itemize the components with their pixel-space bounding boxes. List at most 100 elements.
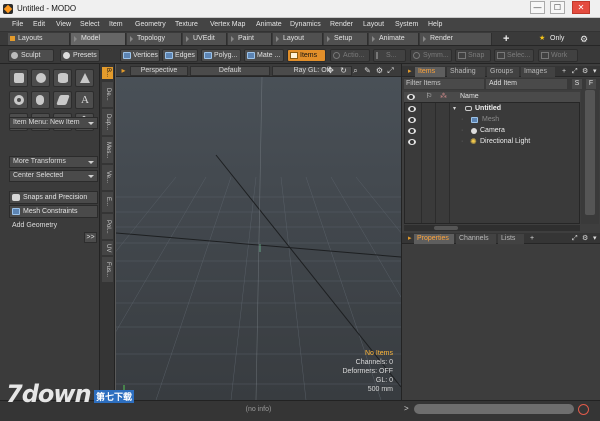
tab-lists[interactable]: Lists — [498, 234, 524, 244]
collapse-arrow-icon[interactable]: ▾ — [453, 105, 456, 112]
zoom-icon[interactable]: ⌕ — [351, 66, 360, 75]
viewport-settings-icon[interactable]: ⚙ — [375, 66, 384, 75]
visibility-eye-icon[interactable] — [408, 128, 416, 134]
tab-shading[interactable]: Shading — [447, 67, 485, 77]
vtab-edge[interactable]: E... — [102, 192, 113, 212]
menu-render[interactable]: Render — [330, 21, 353, 28]
visibility-column-eye-icon[interactable] — [407, 94, 415, 100]
list-item[interactable]: ▾ Untitled — [405, 104, 580, 115]
vtab-uv[interactable]: UV — [102, 241, 113, 255]
vtab-duplicate[interactable]: Dup... — [102, 109, 113, 135]
minimize-button[interactable]: — — [530, 1, 545, 14]
command-input[interactable] — [414, 404, 574, 414]
s-filter-button[interactable]: S — [572, 79, 582, 89]
panel-menu-icon[interactable]: ▸ — [405, 67, 415, 77]
visibility-eye-icon[interactable] — [408, 106, 416, 112]
add-props-tab-icon[interactable]: + — [527, 234, 537, 244]
sculpt-button[interactable]: Sculpt — [8, 49, 54, 62]
expand-button[interactable]: >> — [84, 232, 97, 243]
tab-uvedit[interactable]: UVEdit — [183, 33, 227, 45]
materials-mode-button[interactable]: Mate ... — [244, 49, 284, 62]
viewport-menu-icon[interactable]: ▸ — [119, 66, 128, 75]
add-geometry-header[interactable]: Add Geometry — [9, 220, 98, 231]
item-list-scrollbar[interactable] — [581, 90, 599, 224]
menu-geometry[interactable]: Geometry — [135, 21, 166, 28]
menu-item[interactable]: Item — [109, 21, 123, 28]
name-column-header[interactable]: Name — [460, 93, 479, 100]
render-column-icon[interactable]: ⁂ — [440, 92, 447, 100]
tab-animate[interactable]: Animate — [369, 33, 419, 45]
tab-paint[interactable]: Paint — [228, 33, 272, 45]
tab-images[interactable]: Images — [521, 67, 555, 77]
add-panel-tab-icon[interactable]: + — [559, 67, 569, 77]
vtab-deform[interactable]: De... — [102, 82, 113, 107]
props-options-icon[interactable]: ▾ — [590, 234, 600, 244]
center-selected-dropdown[interactable]: Center Selected — [9, 170, 98, 182]
menu-file[interactable]: File — [12, 21, 23, 28]
add-tab-button[interactable]: + — [503, 33, 509, 45]
tab-groups[interactable]: Groups — [487, 67, 519, 77]
tab-topology[interactable]: Topology — [127, 33, 182, 45]
shading-dropdown[interactable]: Default — [190, 66, 270, 76]
tab-items[interactable]: Items — [415, 67, 445, 77]
symmetry-button[interactable]: Symm... — [410, 49, 452, 62]
tab-channels[interactable]: Channels — [456, 234, 496, 244]
cone-tool[interactable] — [75, 69, 94, 87]
vtab-polygon[interactable]: Pol... — [102, 214, 113, 239]
f-filter-button[interactable]: F — [586, 79, 596, 89]
cube-tool[interactable] — [9, 69, 28, 87]
menu-layout[interactable]: Layout — [363, 21, 384, 28]
text-tool[interactable]: A — [75, 91, 94, 109]
tab-model[interactable]: Model — [71, 33, 126, 45]
menu-vertex-map[interactable]: Vertex Map — [210, 21, 245, 28]
record-macro-icon[interactable] — [578, 404, 589, 415]
action-center-button[interactable]: Actio... — [330, 49, 370, 62]
pan-icon[interactable]: ✥ — [326, 66, 335, 75]
s-button[interactable]: S... — [373, 49, 406, 62]
visibility-eye-icon[interactable] — [408, 117, 416, 123]
menu-dynamics[interactable]: Dynamics — [290, 21, 321, 28]
vtab-fusion[interactable]: Fus... — [102, 257, 113, 282]
tab-layout[interactable]: Layout — [273, 33, 323, 45]
presets-button[interactable]: Presets — [60, 49, 100, 62]
cylinder-tool[interactable] — [53, 69, 72, 87]
only-toggle[interactable]: Only — [550, 33, 564, 45]
close-button[interactable]: ✕ — [572, 1, 590, 14]
gear-icon[interactable]: ⚙ — [580, 33, 588, 45]
list-item[interactable]: · ✺ Directional Light — [405, 137, 580, 148]
sphere-tool[interactable] — [31, 69, 50, 87]
list-item[interactable]: · Camera — [405, 126, 580, 137]
3d-viewport[interactable]: ▸ Perspective Default Ray GL: Off ✥ ↻ ⌕ … — [116, 64, 401, 400]
tab-setup[interactable]: Setup — [324, 33, 368, 45]
list-item[interactable]: · Mesh — [405, 115, 580, 126]
select-button[interactable]: Selec... — [494, 49, 534, 62]
edit-icon[interactable]: ✎ — [363, 66, 372, 75]
vertices-mode-button[interactable]: Vertices — [120, 49, 160, 62]
filter-items-input[interactable]: Filter Items — [404, 79, 484, 89]
visibility-eye-icon[interactable] — [408, 139, 416, 145]
camera-dropdown[interactable]: Perspective — [130, 66, 188, 76]
menu-select[interactable]: Select — [80, 21, 99, 28]
menu-texture[interactable]: Texture — [175, 21, 198, 28]
add-item-dropdown[interactable]: Add Item — [486, 79, 567, 89]
torus-tool[interactable] — [9, 91, 28, 109]
tab-layouts[interactable]: Layouts — [8, 33, 70, 45]
pen-tool[interactable] — [53, 91, 72, 109]
item-list-hscrollbar[interactable] — [404, 225, 580, 231]
tab-render[interactable]: Render — [420, 33, 492, 45]
menu-system[interactable]: System — [395, 21, 418, 28]
maximize-viewport-icon[interactable]: ⤢ — [386, 66, 395, 75]
work-plane-button[interactable]: Work — [538, 49, 578, 62]
item-menu-dropdown[interactable]: Item Menu: New Item — [9, 117, 98, 129]
maximize-button[interactable]: ☐ — [550, 1, 565, 14]
snaps-precision-button[interactable]: Snaps and Precision — [9, 191, 98, 204]
edges-mode-button[interactable]: Edges — [162, 49, 198, 62]
menu-view[interactable]: View — [56, 21, 71, 28]
vtab-basic[interactable]: B... — [102, 67, 113, 79]
mesh-constraints-button[interactable]: Mesh Constraints — [9, 205, 98, 218]
tab-properties[interactable]: Properties — [414, 234, 454, 244]
lock-column-icon[interactable]: ⚐ — [426, 92, 432, 100]
polygons-mode-button[interactable]: Polyg... — [201, 49, 241, 62]
more-transforms-dropdown[interactable]: More Transforms — [9, 156, 98, 168]
menu-edit[interactable]: Edit — [33, 21, 45, 28]
